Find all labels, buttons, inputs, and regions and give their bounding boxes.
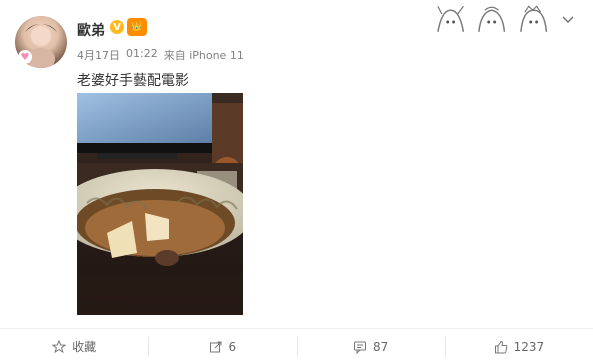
post-time: 01:22: [126, 47, 158, 60]
decorative-characters: [432, 4, 552, 38]
verified-badge-icon: V: [110, 20, 124, 34]
post-meta: 4月17日 01:22 来自 iPhone 11: [77, 47, 244, 63]
thumbs-up-icon: [494, 340, 507, 353]
action-bar: 收藏 6 87 1237: [0, 328, 593, 364]
comment-count: 87: [372, 339, 389, 354]
share-count: 6: [228, 339, 237, 354]
heart-icon: ♥: [18, 50, 32, 64]
chevron-down-icon[interactable]: [561, 12, 575, 26]
favorite-label: 收藏: [72, 340, 97, 354]
comment-button[interactable]: 87: [296, 329, 445, 364]
share-icon: [209, 341, 222, 352]
like-count: 1237: [513, 339, 545, 354]
post-photo[interactable]: [77, 93, 243, 315]
post-date: 4月17日: [77, 49, 120, 62]
username[interactable]: 歐弟: [77, 20, 105, 40]
anime-girl-icon: [478, 6, 506, 32]
anime-girl-icon: [519, 5, 547, 32]
post-source: 来自 iPhone 11: [163, 49, 244, 62]
anime-girl-icon: [437, 5, 465, 32]
member-crown-icon: 👑: [127, 18, 147, 36]
post-text: 老婆好手藝配電影: [77, 73, 189, 89]
like-button[interactable]: 1237: [444, 329, 593, 364]
star-icon: [52, 339, 67, 353]
favorite-button[interactable]: 收藏: [0, 329, 148, 364]
comment-icon: [353, 341, 366, 354]
share-button[interactable]: 6: [148, 329, 296, 364]
